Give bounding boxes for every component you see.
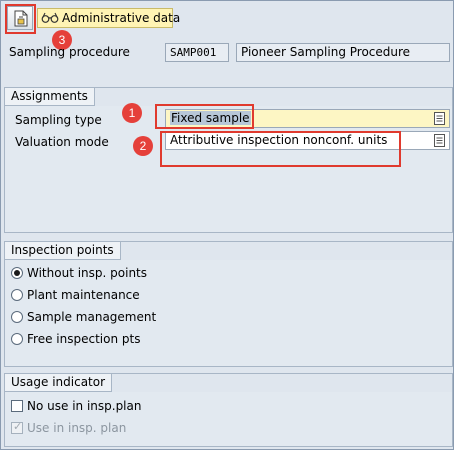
no-use-label: No use in insp.plan: [27, 399, 142, 413]
radio-icon[interactable]: [11, 311, 23, 323]
radio-selected-icon[interactable]: [11, 267, 23, 279]
radio-label: Free inspection pts: [27, 332, 141, 346]
radio-icon[interactable]: [11, 289, 23, 301]
assignments-title: Assignments: [5, 88, 95, 106]
use-label: Use in insp. plan: [27, 421, 127, 435]
glasses-icon: [41, 12, 59, 23]
highlight-save-button: [5, 4, 36, 34]
no-use-in-insp-plan-checkbox[interactable]: No use in insp.plan: [11, 399, 141, 417]
radio-sample-management[interactable]: Sample management: [11, 310, 156, 328]
step-badge-1: 1: [122, 103, 142, 123]
inspection-points-title: Inspection points: [5, 242, 121, 260]
checkbox-checked-disabled-icon: [11, 420, 23, 434]
sampling-type-label: Sampling type: [15, 113, 102, 127]
radio-without-insp-points[interactable]: Without insp. points: [11, 266, 147, 284]
radio-label: Sample management: [27, 310, 157, 324]
sampling-procedure-label: Sampling procedure: [9, 45, 130, 59]
use-in-insp-plan-checkbox: Use in insp. plan: [11, 420, 127, 439]
valuation-mode-label: Valuation mode: [15, 135, 109, 149]
sampling-procedure-desc-field: Pioneer Sampling Procedure: [236, 43, 450, 62]
sampling-procedure-screen: Administrative data 3 Sampling procedure…: [0, 0, 454, 450]
checkbox-icon[interactable]: [11, 400, 23, 412]
value-help-icon[interactable]: [434, 112, 445, 125]
usage-indicator-title: Usage indicator: [5, 374, 113, 392]
radio-icon[interactable]: [11, 333, 23, 345]
radio-plant-maintenance[interactable]: Plant maintenance: [11, 288, 140, 306]
value-help-icon[interactable]: [434, 134, 445, 147]
administrative-data-button[interactable]: Administrative data: [37, 8, 180, 28]
application-toolbar: Administrative data: [1, 1, 453, 35]
highlight-valuation-mode: [160, 131, 401, 167]
administrative-data-label: Administrative data: [62, 11, 181, 25]
radio-label: Without insp. points: [27, 266, 148, 280]
highlight-sampling-type: [155, 104, 254, 129]
sampling-procedure-code-field[interactable]: SAMP001: [165, 43, 229, 62]
step-badge-2: 2: [133, 136, 153, 156]
radio-label: Plant maintenance: [27, 288, 140, 302]
radio-free-inspection-pts[interactable]: Free inspection pts: [11, 332, 140, 350]
